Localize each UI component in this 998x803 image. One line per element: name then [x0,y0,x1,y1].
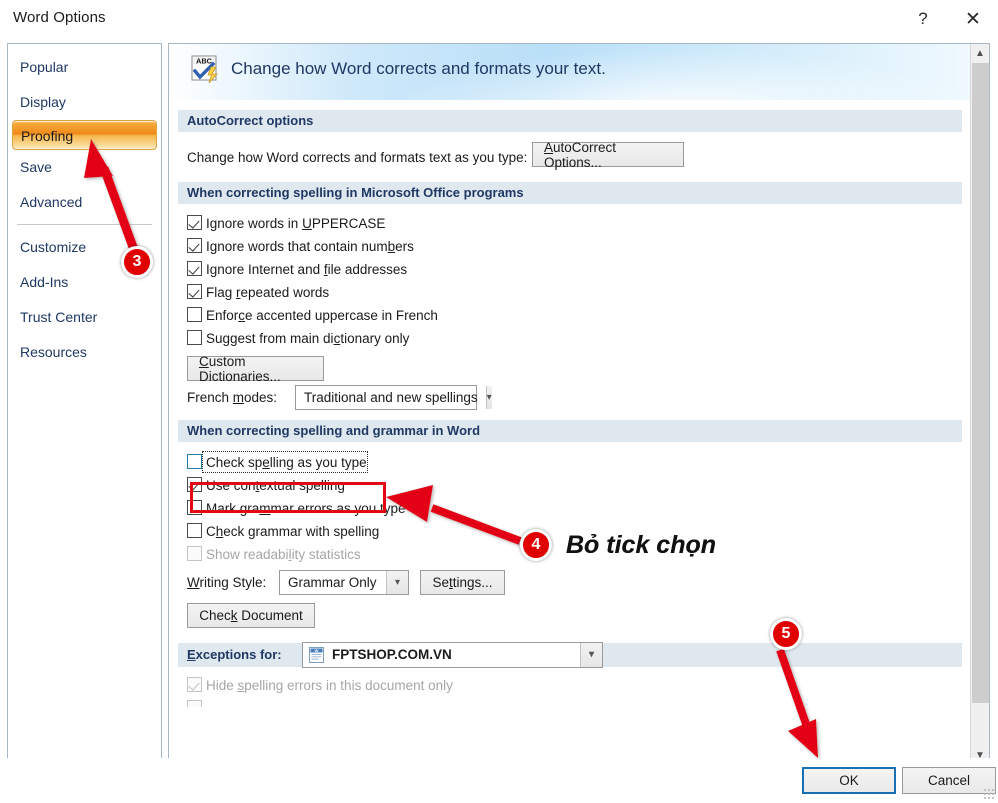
french-modes-value: Traditional and new spellings [304,390,478,405]
checkbox-ignore-numbers[interactable]: Ignore words that contain numbers [169,235,971,258]
sidebar-item-resources[interactable]: Resources [8,335,161,370]
checkbox-hide-spelling-errors: Hide spelling errors in this document on… [169,674,971,697]
sidebar-item-label: Resources [20,344,87,360]
checkbox-check-spelling-as-you-type[interactable]: Check spelling as you type [169,451,971,474]
custom-dictionaries-button[interactable]: Custom Dictionaries... [187,354,324,384]
checkbox-box [187,454,202,469]
help-icon[interactable]: ? [900,0,946,38]
chevron-up-icon[interactable]: ▲ [971,44,989,62]
sidebar-nav: Popular Display Proofing Save Advanced C… [7,43,162,765]
dialog-body: Popular Display Proofing Save Advanced C… [0,40,998,765]
writing-style-value: Grammar Only [288,575,377,590]
chevron-down-icon[interactable]: ▾ [386,571,408,594]
exceptions-document-combo[interactable]: W FPTSHOP.COM.VN ▾ [302,642,603,668]
spelling-abc-check-icon: ABC [191,55,218,84]
sidebar-item-advanced[interactable]: Advanced [8,185,161,220]
checkbox-hide-grammar-errors-partial [169,697,971,707]
sidebar-item-label: Display [20,94,66,110]
title-bar: Word Options ? ✕ [0,0,998,40]
checkbox-box [187,700,202,707]
svg-text:ABC: ABC [196,57,213,66]
sidebar-item-proofing[interactable]: Proofing [12,120,157,150]
sidebar-item-label: Trust Center [20,309,98,325]
chevron-down-icon[interactable]: ▾ [580,643,602,667]
writing-style-label: Writing Style: [187,575,267,590]
resize-grip-icon[interactable] [983,788,995,800]
checkbox-ignore-internet-addresses[interactable]: Ignore Internet and file addresses [169,258,971,281]
cancel-button[interactable]: Cancel [902,767,996,794]
french-modes-combo[interactable]: Traditional and new spellings ▾ [295,385,492,410]
scrollbar-thumb[interactable] [972,63,989,703]
checkbox-suggest-main-dictionary[interactable]: Suggest from main dictionary only [169,327,971,350]
panel-title: Change how Word corrects and formats you… [231,59,606,78]
annotation-caption-4: Bỏ tick chọn [566,531,717,559]
sidebar-item-label: Add-Ins [20,274,69,290]
checkbox-box [187,330,202,345]
grammar-settings-button[interactable]: Settings... [420,570,505,595]
autocorrect-description: Change how Word corrects and formats tex… [187,150,528,165]
french-modes-label: French modes: [187,390,278,405]
scroll-region: AutoCorrect options Change how Word corr… [169,101,971,764]
checkbox-enforce-accented-uppercase[interactable]: Enforce accented uppercase in French [169,304,971,327]
exceptions-label: Exceptions for: [187,647,282,662]
writing-style-combo[interactable]: Grammar Only ▾ [279,570,409,595]
sidebar-item-popular[interactable]: Popular [8,50,161,85]
sidebar-item-label: Advanced [20,194,83,210]
highlight-box-check-spelling [190,482,386,513]
sidebar-divider [17,224,152,225]
step-badge-3: 3 [121,246,153,278]
section-header-autocorrect: AutoCorrect options [178,110,962,132]
autocorrect-options-button-rest: utoCorrect Options... [544,139,617,170]
panel-banner: ABC Change how Word corrects and formats… [169,44,989,101]
vertical-scrollbar[interactable]: ▲ ▼ [970,44,989,764]
checkbox-box [187,284,202,299]
autocorrect-options-button[interactable]: AutoCorrect Options... [532,139,684,170]
svg-text:W: W [315,648,319,653]
sidebar-item-save[interactable]: Save [8,150,161,185]
sidebar-item-trust-center[interactable]: Trust Center [8,300,161,335]
sidebar-item-label: Popular [20,59,69,75]
checkbox-box [187,215,202,230]
sidebar-item-label: Proofing [21,128,74,144]
content-panel: ABC Change how Word corrects and formats… [168,43,990,765]
section-header-word-spelling: When correcting spelling and grammar in … [178,420,962,442]
word-options-dialog: Word Options ? ✕ Popular Display Proofin… [0,0,998,803]
step-badge-5: 5 [770,618,802,650]
window-title: Word Options [13,9,106,26]
ok-button[interactable]: OK [802,767,896,794]
section-header-exceptions: Exceptions for: W FPTSHOP.COM.VN ▾ [178,642,962,668]
close-icon[interactable]: ✕ [950,0,996,38]
checkbox-box [187,261,202,276]
checkbox-flag-repeated-words[interactable]: Flag repeated words [169,281,971,304]
sidebar-item-label: Customize [20,239,87,255]
checkbox-box [187,546,202,561]
word-document-icon: W [309,647,324,663]
dialog-footer: OK Cancel [0,758,998,803]
checkbox-box [187,307,202,322]
chevron-down-icon[interactable]: ▾ [485,386,492,409]
checkbox-ignore-uppercase[interactable]: Ignore words in UPPERCASE [169,212,971,235]
checkbox-box [187,238,202,253]
sidebar-item-label: Save [20,159,52,175]
step-badge-4: 4 [520,529,552,561]
check-document-button[interactable]: Check Document [187,603,315,628]
sidebar-item-display[interactable]: Display [8,85,161,120]
section-header-office-spelling: When correcting spelling in Microsoft Of… [178,182,962,204]
checkbox-box [187,677,202,692]
exceptions-document-value: FPTSHOP.COM.VN [332,647,452,662]
checkbox-box [187,523,202,538]
